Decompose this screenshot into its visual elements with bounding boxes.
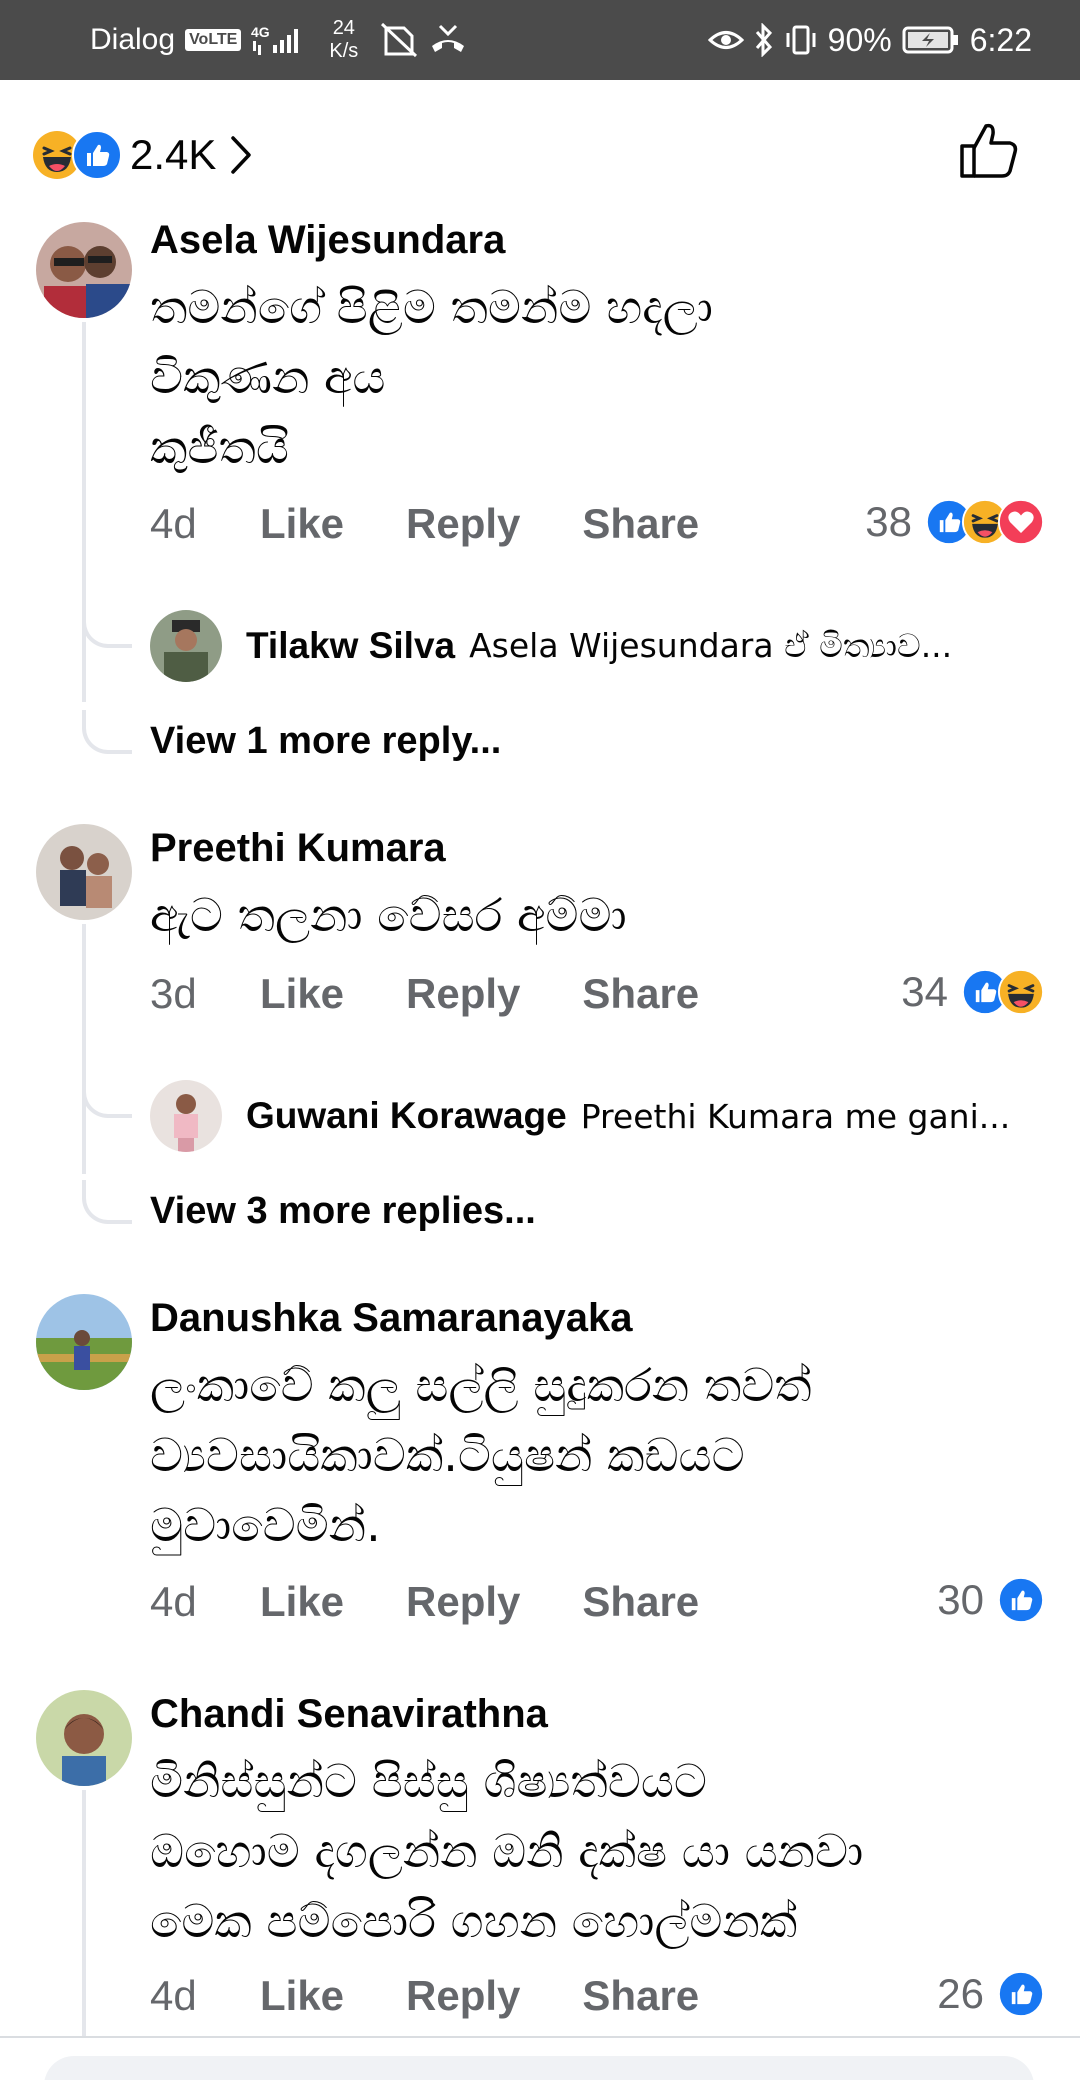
comment-reaction-count: 38 xyxy=(865,498,912,545)
network-speed: 24 K/s xyxy=(329,17,358,63)
bluetooth-icon xyxy=(754,23,774,57)
reply-button[interactable]: Reply xyxy=(406,1972,520,2020)
avatar[interactable] xyxy=(36,1690,132,1786)
comment-text: ඇට තලනා වේසර අම්මා xyxy=(150,888,627,942)
eye-icon xyxy=(707,25,744,55)
status-left: Dialog VoLTE 4G 24 K/s xyxy=(90,0,468,80)
comment-text: තමන්ගේ පිළිම තමන්ම හදලා විකුණන අය කුජීතය… xyxy=(150,280,713,474)
thumbs-up-icon xyxy=(958,120,1020,187)
vibrate-icon xyxy=(784,23,818,57)
battery-icon xyxy=(902,25,960,55)
comment-author[interactable]: Asela Wijesundara xyxy=(150,218,505,263)
comment-time[interactable]: 4d xyxy=(150,1972,260,2020)
comment-time[interactable]: 4d xyxy=(150,500,260,548)
reply-button[interactable]: Reply xyxy=(406,970,520,1018)
comment-composer[interactable] xyxy=(44,2056,1034,2080)
status-right: 90% 6:22 xyxy=(707,0,1032,80)
comment-actions: 3d Like Reply Share xyxy=(150,964,761,1024)
avatar[interactable] xyxy=(36,824,132,920)
reply-author: Guwani Korawage xyxy=(246,1095,567,1136)
thread-connector xyxy=(82,616,132,648)
no-sim-icon xyxy=(378,22,418,58)
thread-line xyxy=(82,1790,86,2036)
reply-avatar xyxy=(150,1080,222,1152)
composer-divider xyxy=(0,2036,1080,2038)
reply-text: Preethi Kumara me gani... xyxy=(580,1096,1011,1136)
view-more-replies[interactable]: View 3 more replies... xyxy=(150,1190,536,1233)
like-button[interactable]: Like xyxy=(260,970,344,1018)
network-speed-unit: K/s xyxy=(329,40,359,62)
comment-reactions[interactable]: 26 xyxy=(937,1964,1044,2024)
share-button[interactable]: Share xyxy=(582,1972,699,2020)
like-emoji-icon xyxy=(998,1971,1044,2017)
like-button[interactable]: Like xyxy=(260,1972,344,2020)
missed-call-icon xyxy=(428,22,468,58)
comment-time[interactable]: 3d xyxy=(150,970,260,1018)
thread-connector xyxy=(82,1180,132,1224)
avatar[interactable] xyxy=(36,222,132,318)
share-button[interactable]: Share xyxy=(582,1578,699,1626)
like-button[interactable]: Like xyxy=(260,1578,344,1626)
reply-author: Tilakw Silva xyxy=(246,625,456,666)
comment-author[interactable]: Preethi Kumara xyxy=(150,826,446,871)
comment-actions: 4d Like Reply Share xyxy=(150,1572,761,1632)
thread-line xyxy=(82,322,86,702)
thread-connector xyxy=(82,710,132,754)
reply-preview[interactable]: Guwani Korawage Preethi Kumara me gani..… xyxy=(150,1080,1044,1152)
haha-emoji-icon xyxy=(998,969,1044,1015)
comment-actions: 4d Like Reply Share xyxy=(150,1966,761,2026)
status-bar: Dialog VoLTE 4G 24 K/s 90% 6:22 xyxy=(0,0,1080,80)
signal-icon: 4G xyxy=(251,23,305,57)
comment-reactions[interactable]: 30 xyxy=(937,1570,1044,1630)
like-button[interactable]: Like xyxy=(260,500,344,548)
comment-reactions[interactable]: 34 xyxy=(901,962,1044,1022)
view-more-replies[interactable]: View 1 more reply... xyxy=(150,720,501,763)
comment-reaction-count: 34 xyxy=(901,968,948,1015)
comment-reactions[interactable]: 38 xyxy=(865,492,1044,552)
comment-author[interactable]: Danushka Samaranayaka xyxy=(150,1296,633,1341)
comment-author[interactable]: Chandi Senavirathna xyxy=(150,1692,548,1737)
reactions-header: 2.4K xyxy=(0,80,1080,220)
comment-actions: 4d Like Reply Share xyxy=(150,494,761,554)
clock: 6:22 xyxy=(969,21,1032,58)
thread-connector xyxy=(82,1086,132,1118)
share-button[interactable]: Share xyxy=(582,970,699,1018)
like-post-button[interactable] xyxy=(954,118,1024,188)
svg-text:4G: 4G xyxy=(251,24,270,40)
reply-button[interactable]: Reply xyxy=(406,500,520,548)
reply-text: Asela Wijesundara ඒ මිත්‍යාව... xyxy=(469,626,953,665)
comment-text: මිනිස්සුන්ට පිස්සු ශිෂ්‍යත්වයට ඔහොම දගලන… xyxy=(150,1754,864,1948)
reactions-summary[interactable]: 2.4K xyxy=(32,125,252,185)
love-emoji-icon xyxy=(998,499,1044,545)
comment-reaction-count: 30 xyxy=(937,1576,984,1623)
chevron-right-icon xyxy=(230,135,252,175)
comment-text: ලංකාවේ කලු සල්ලි සුදුකරන තවත් ව්‍යවසායික… xyxy=(150,1358,812,1552)
thread-line xyxy=(82,924,86,1174)
share-button[interactable]: Share xyxy=(582,500,699,548)
reply-button[interactable]: Reply xyxy=(406,1578,520,1626)
volte-badge: VoLTE xyxy=(185,29,242,51)
battery-percent: 90% xyxy=(827,21,892,58)
comment-time[interactable]: 4d xyxy=(150,1578,260,1626)
carrier-name: Dialog xyxy=(90,23,176,56)
reaction-count: 2.4K xyxy=(130,131,217,178)
like-emoji-icon xyxy=(998,1577,1044,1623)
reply-avatar xyxy=(150,610,222,682)
reply-preview[interactable]: Tilakw Silva Asela Wijesundara ඒ මිත්‍යා… xyxy=(150,610,1044,682)
avatar[interactable] xyxy=(36,1294,132,1390)
like-emoji-icon xyxy=(72,130,122,180)
network-speed-value: 24 xyxy=(332,17,355,39)
comment-reaction-count: 26 xyxy=(937,1970,984,2017)
